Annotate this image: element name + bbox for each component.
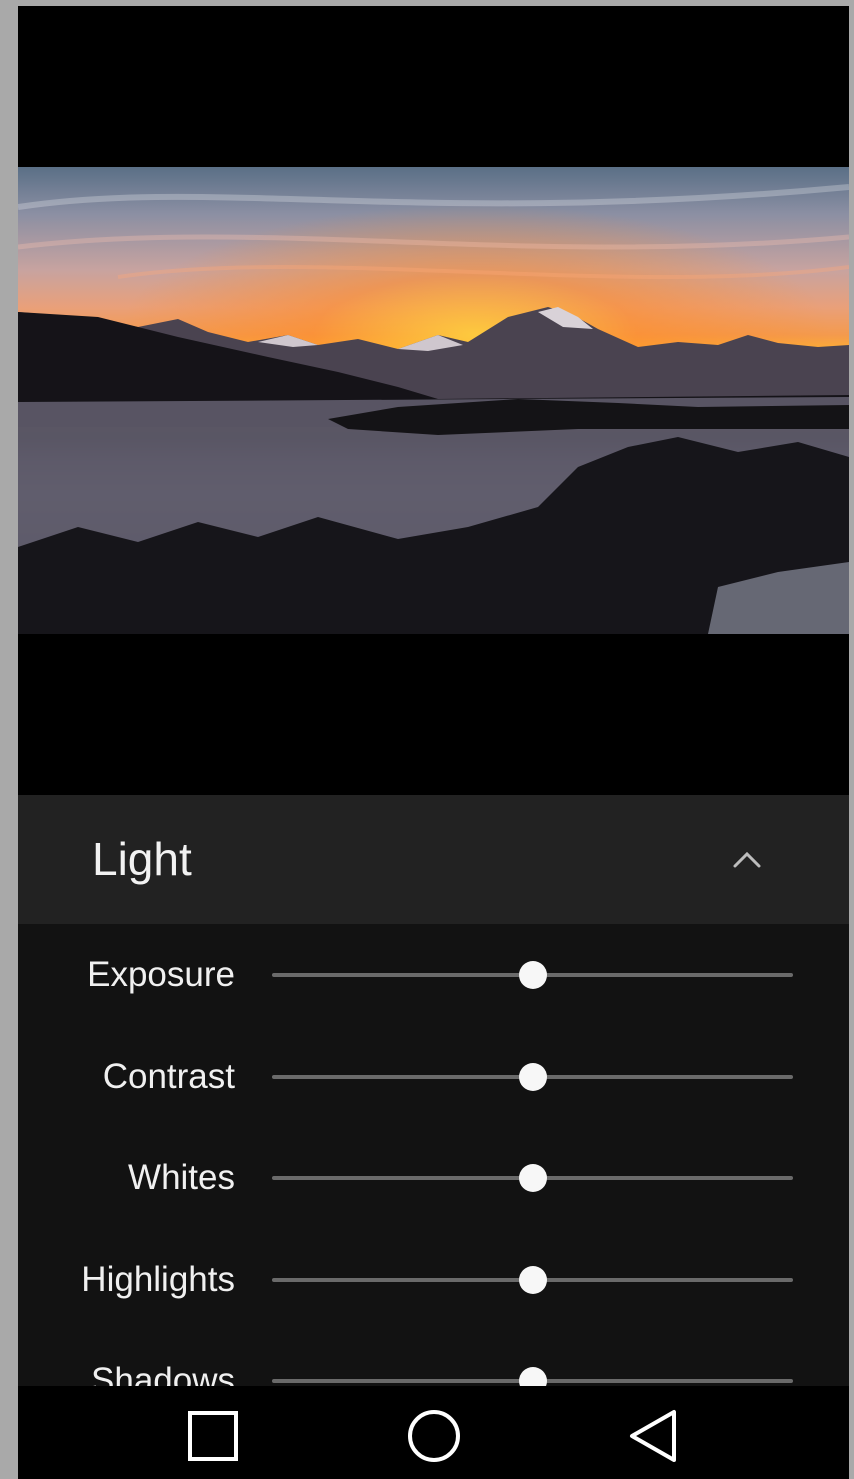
circle-home-icon [408, 1410, 460, 1462]
slider-label-exposure: Exposure [87, 955, 235, 994]
photo-preview[interactable] [18, 167, 849, 634]
panel-title: Light [92, 833, 192, 885]
recents-button[interactable] [183, 1406, 243, 1466]
collapse-button[interactable] [715, 835, 779, 885]
slider-label-contrast: Contrast [102, 1057, 235, 1096]
whites-slider[interactable] [272, 1164, 793, 1192]
whites-slider-thumb[interactable] [518, 1164, 547, 1192]
exposure-slider-thumb[interactable] [518, 961, 547, 989]
contrast-slider-thumb[interactable] [518, 1063, 547, 1091]
slider-row-contrast: Contrast [18, 1037, 849, 1117]
home-button[interactable] [404, 1406, 464, 1466]
contrast-slider[interactable] [272, 1063, 793, 1091]
highlights-slider-thumb[interactable] [518, 1266, 547, 1294]
slider-label-whites: Whites [128, 1158, 235, 1197]
square-recents-icon [188, 1411, 238, 1461]
screen: Light Exposure Contrast Whites Highlight… [18, 6, 849, 1479]
slider-row-highlights: Highlights [18, 1240, 849, 1320]
back-button[interactable] [624, 1406, 684, 1466]
slider-row-exposure: Exposure [18, 935, 849, 1015]
panel-header[interactable]: Light [18, 795, 849, 924]
landscape-illustration [18, 184, 849, 634]
chevron-up-icon [733, 851, 761, 868]
slider-label-highlights: Highlights [81, 1260, 235, 1299]
highlights-slider[interactable] [272, 1266, 793, 1294]
light-adjustment-panel: Light Exposure Contrast Whites Highlight… [18, 795, 849, 1400]
system-navigation-bar [18, 1386, 849, 1479]
shadows-slider[interactable] [272, 1367, 793, 1395]
triangle-back-icon [630, 1410, 676, 1462]
exposure-slider[interactable] [272, 961, 793, 989]
slider-row-whites: Whites [18, 1138, 849, 1218]
